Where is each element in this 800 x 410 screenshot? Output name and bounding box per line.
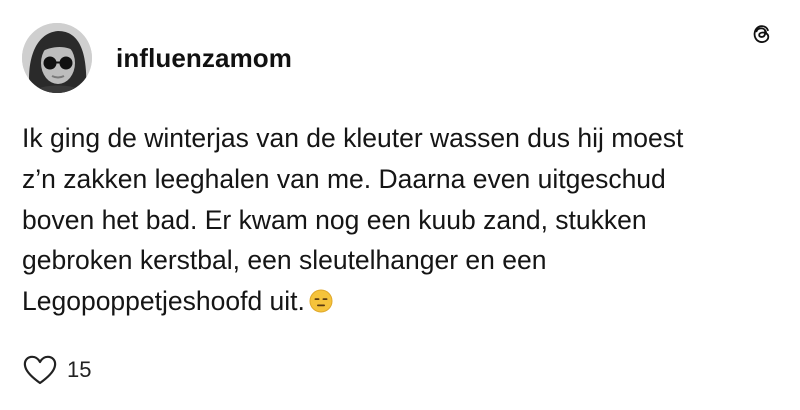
post-text-line-last: Legopoppetjeshoofd uit.: [22, 281, 782, 322]
like-count: 15: [67, 357, 92, 382]
post-text-line: gebroken kerstbal, een sleutelhanger en …: [22, 245, 547, 276]
profile-photo: [22, 23, 92, 93]
avatar[interactable]: [22, 23, 92, 93]
threads-post: influenzamom Ik ging de winterjas van de…: [0, 0, 800, 410]
post-text-line: Ik ging de winterjas van de kleuter wass…: [22, 123, 684, 153]
post-text-line: boven het bad. Er kwam nog een kuub zand…: [22, 204, 647, 235]
heart-icon: [23, 355, 57, 385]
post-text-line: Legopoppetjeshoofd uit.: [22, 286, 305, 317]
like-button[interactable]: 15: [22, 354, 91, 386]
threads-logo-icon: [750, 23, 772, 45]
post-text-line: z’n zakken leeghalen van me. Daarna even…: [22, 163, 666, 194]
post-actions: 15: [22, 352, 91, 388]
username[interactable]: influenzamom: [116, 43, 292, 74]
post-text: Ik ging de winterjas van de kleuter wass…: [22, 118, 782, 322]
expressionless-face-icon: [309, 284, 333, 313]
